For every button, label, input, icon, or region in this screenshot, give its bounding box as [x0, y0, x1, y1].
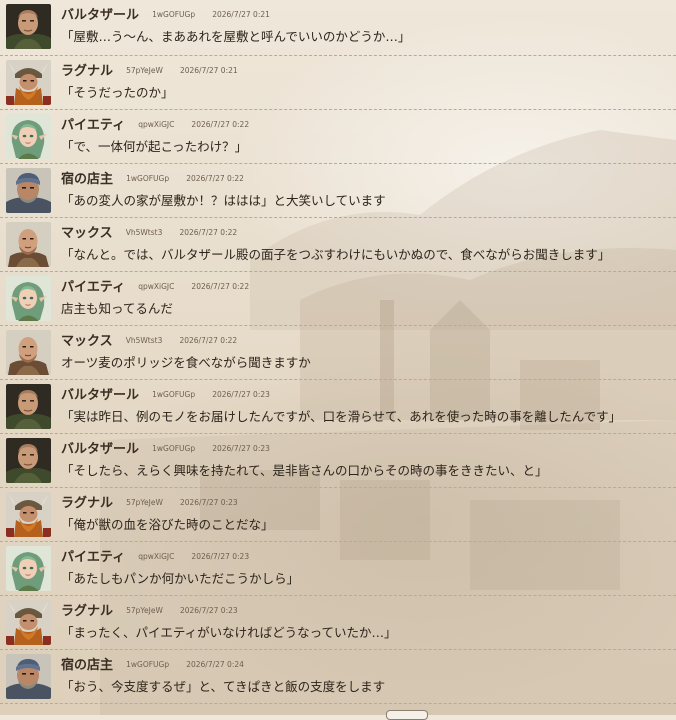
bald-man-avatar[interactable]: [6, 222, 51, 267]
user-id: 1wGOFUGp: [126, 174, 170, 183]
chat-message: バルタザール 1wGOFUGp 2026/7/27 0:23 「実は昨日、例のモ…: [0, 380, 676, 434]
message-header: 宿の店主 1wGOFUGp 2026/7/27 0:22: [61, 168, 244, 187]
speaker-name[interactable]: ラグナル: [61, 604, 113, 619]
message-text: 「あたしもパンか何かいただこうかしら」: [61, 571, 300, 586]
chat-log[interactable]: バルタザール 1wGOFUGp 2026/7/27 0:21 「屋敷…う～ん、ま…: [0, 0, 676, 715]
timestamp: 2026/7/27 0:22: [186, 174, 244, 183]
speaker-name[interactable]: パイエティ: [61, 118, 125, 133]
user-id: 57pYeJeW: [126, 66, 163, 75]
speaker-name[interactable]: パイエティ: [61, 280, 125, 295]
chat-message: バルタザール 1wGOFUGp 2026/7/27 0:23 「そしたら、えらく…: [0, 434, 676, 488]
message-header: ラグナル 57pYeJeW 2026/7/27 0:23: [61, 600, 238, 619]
timestamp: 2026/7/27 0:22: [179, 228, 238, 237]
bandana-man-avatar[interactable]: [6, 168, 51, 213]
message-header: バルタザール 1wGOFUGp 2026/7/27 0:23: [61, 438, 270, 457]
speaker-name[interactable]: バルタザール: [61, 8, 139, 23]
chat-message: ラグナル 57pYeJeW 2026/7/27 0:23 「俺が獣の血を浴びた時…: [0, 488, 676, 542]
chat-message: バルタザール 1wGOFUGp 2026/7/27 0:21 「屋敷…う～ん、ま…: [0, 0, 676, 56]
elf-woman-avatar[interactable]: [6, 546, 51, 591]
bearded-man-avatar[interactable]: [6, 438, 51, 483]
message-text: 「俺が獣の血を浴びた時のことだな」: [61, 517, 274, 532]
bald-man-avatar[interactable]: [6, 330, 51, 375]
horned-helmet-avatar[interactable]: [6, 60, 51, 105]
message-text: 「で、一体何が起こったわけ？」: [61, 139, 248, 154]
user-id: 1wGOFUGp: [152, 390, 196, 399]
message-header: ラグナル 57pYeJeW 2026/7/27 0:21: [61, 60, 238, 79]
speaker-name[interactable]: バルタザール: [61, 388, 139, 403]
timestamp: 2026/7/27 0:24: [186, 660, 244, 669]
chat-message: ラグナル 57pYeJeW 2026/7/27 0:23 「まったく、パイエティ…: [0, 596, 676, 650]
chat-message: 宿の店主 1wGOFUGp 2026/7/27 0:24 「おう、今支度するぜ」…: [0, 650, 676, 704]
user-id: qpwXiGJC: [138, 552, 175, 561]
chat-message: マックス Vh5Wtst3 2026/7/27 0:22 オーツ麦のポリッジを食…: [0, 326, 676, 380]
message-header: パイエティ qpwXiGJC 2026/7/27 0:22: [61, 114, 250, 133]
message-header: ラグナル 57pYeJeW 2026/7/27 0:23: [61, 492, 238, 511]
user-id: 57pYeJeW: [126, 498, 163, 507]
timestamp: 2026/7/27 0:23: [191, 552, 250, 561]
user-id: qpwXiGJC: [138, 120, 175, 129]
user-id: Vh5Wtst3: [125, 336, 163, 345]
timestamp: 2026/7/27 0:23: [212, 390, 270, 399]
horned-helmet-avatar[interactable]: [6, 600, 51, 645]
speaker-name[interactable]: ラグナル: [61, 64, 113, 79]
chat-message: マックス Vh5Wtst3 2026/7/27 0:22 「なんと。では、バルタ…: [0, 218, 676, 272]
timestamp: 2026/7/27 0:23: [179, 498, 238, 507]
speaker-name[interactable]: パイエティ: [61, 550, 125, 565]
message-text: 「屋敷…う～ん、まああれを屋敷と呼んでいいのかどうか…」: [61, 29, 411, 44]
message-text: 「そうだったのか」: [61, 85, 174, 100]
timestamp: 2026/7/27 0:22: [191, 120, 250, 129]
elf-woman-avatar[interactable]: [6, 276, 51, 321]
message-header: マックス Vh5Wtst3 2026/7/27 0:22: [61, 330, 238, 349]
scroll-handle[interactable]: [386, 710, 428, 720]
timestamp: 2026/7/27 0:22: [191, 282, 250, 291]
elf-woman-avatar[interactable]: [6, 114, 51, 159]
message-text: オーツ麦のポリッジを食べながら聞きますか: [61, 355, 311, 370]
bandana-man-avatar[interactable]: [6, 654, 51, 699]
timestamp: 2026/7/27 0:21: [179, 66, 238, 75]
speaker-name[interactable]: バルタザール: [61, 442, 139, 457]
user-id: Vh5Wtst3: [125, 228, 163, 237]
message-text: 「まったく、パイエティがいなければどうなっていたか…」: [61, 625, 397, 640]
user-id: 1wGOFUGp: [126, 660, 170, 669]
chat-message: パイエティ qpwXiGJC 2026/7/27 0:22 「で、一体何が起こっ…: [0, 110, 676, 164]
message-text: 「あの変人の家が屋敷か！？ははは」と大笑いしています: [61, 193, 386, 208]
message-text: 店主も知ってるんだ: [61, 301, 173, 316]
user-id: 1wGOFUGp: [152, 444, 196, 453]
speaker-name[interactable]: 宿の店主: [61, 658, 113, 673]
horned-helmet-avatar[interactable]: [6, 492, 51, 537]
speaker-name[interactable]: マックス: [61, 226, 113, 241]
speaker-name[interactable]: 宿の店主: [61, 172, 113, 187]
chat-message: ラグナル 57pYeJeW 2026/7/27 0:21 「そうだったのか」: [0, 56, 676, 110]
message-header: マックス Vh5Wtst3 2026/7/27 0:22: [61, 222, 238, 241]
message-text: 「おう、今支度するぜ」と、てきぱきと飯の支度をします: [61, 679, 386, 694]
timestamp: 2026/7/27 0:22: [179, 336, 238, 345]
bearded-man-avatar[interactable]: [6, 4, 51, 49]
message-text: 「実は昨日、例のモノをお届けしたんですが、口を滑らせて、あれを使った時の事を離し…: [61, 409, 622, 424]
user-id: qpwXiGJC: [138, 282, 175, 291]
message-text: 「なんと。では、バルタザール殿の面子をつぶすわけにもいかぬので、食べながらお聞き…: [61, 247, 611, 262]
chat-message: 宿の店主 1wGOFUGp 2026/7/27 0:22 「あの変人の家が屋敷か…: [0, 164, 676, 218]
message-header: バルタザール 1wGOFUGp 2026/7/27 0:21: [61, 4, 270, 23]
chat-message: パイエティ qpwXiGJC 2026/7/27 0:23 「あたしもパンか何か…: [0, 542, 676, 596]
message-text: 「そしたら、えらく興味を持たれて、是非皆さんの口からその時の事をききたい、と」: [61, 463, 548, 478]
user-id: 57pYeJeW: [126, 606, 163, 615]
speaker-name[interactable]: マックス: [61, 334, 113, 349]
bearded-man-avatar[interactable]: [6, 384, 51, 429]
user-id: 1wGOFUGp: [152, 10, 196, 19]
timestamp: 2026/7/27 0:23: [179, 606, 238, 615]
timestamp: 2026/7/27 0:21: [212, 10, 270, 19]
speaker-name[interactable]: ラグナル: [61, 496, 113, 511]
message-header: 宿の店主 1wGOFUGp 2026/7/27 0:24: [61, 654, 244, 673]
message-header: パイエティ qpwXiGJC 2026/7/27 0:22: [61, 276, 250, 295]
timestamp: 2026/7/27 0:23: [212, 444, 270, 453]
message-header: バルタザール 1wGOFUGp 2026/7/27 0:23: [61, 384, 270, 403]
message-header: パイエティ qpwXiGJC 2026/7/27 0:23: [61, 546, 250, 565]
chat-message: パイエティ qpwXiGJC 2026/7/27 0:22 店主も知ってるんだ: [0, 272, 676, 326]
